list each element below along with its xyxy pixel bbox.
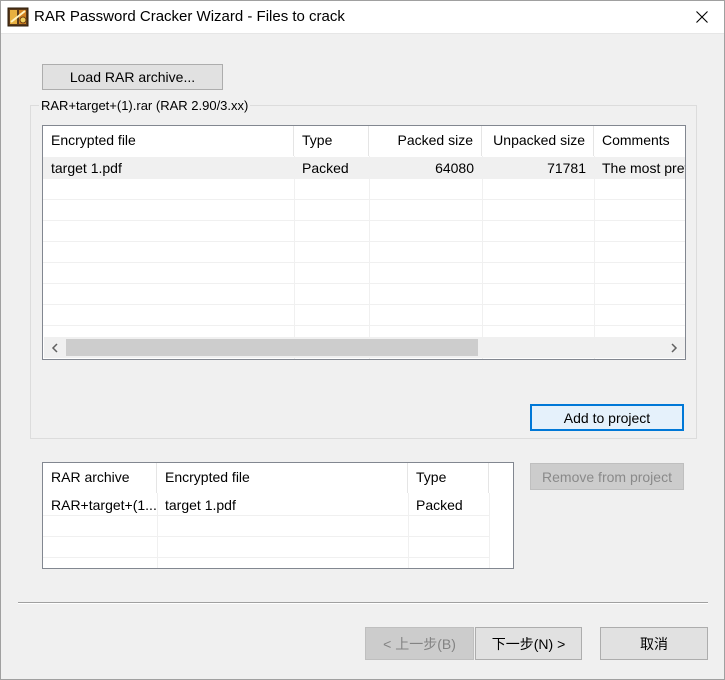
cell-encrypted-file: target 1.pdf: [165, 497, 236, 513]
column-header-comments[interactable]: Comments: [594, 126, 685, 156]
grid-line: [43, 262, 685, 263]
scroll-right-icon[interactable]: [663, 337, 685, 358]
remove-from-project-button[interactable]: Remove from project: [530, 463, 684, 490]
grid-line: [594, 156, 595, 359]
grid-line: [43, 557, 489, 558]
load-rar-archive-button[interactable]: Load RAR archive...: [42, 64, 223, 90]
cancel-button[interactable]: 取消: [600, 627, 708, 660]
grid-line: [43, 178, 685, 179]
cell-type: Packed: [416, 497, 463, 513]
title-bar: RAR Password Cracker Wizard - Files to c…: [0, 0, 725, 34]
grid-line: [43, 536, 489, 537]
grid-line: [482, 156, 483, 359]
column-header-encrypted-file[interactable]: Encrypted file: [157, 463, 408, 493]
column-header-type[interactable]: Type: [408, 463, 489, 493]
project-files-list[interactable]: RAR archive Encrypted file Type RAR+targ…: [42, 462, 514, 569]
grid-line: [43, 325, 685, 326]
close-icon: [696, 11, 708, 23]
grid-line: [369, 156, 370, 359]
horizontal-scrollbar[interactable]: [44, 337, 685, 358]
grid-line: [43, 283, 685, 284]
files-list-header: Encrypted file Type Packed size Unpacked…: [43, 126, 685, 156]
encrypted-files-list[interactable]: Encrypted file Type Packed size Unpacked…: [42, 125, 686, 360]
scrollbar-thumb[interactable]: [66, 339, 478, 356]
grid-line: [294, 156, 295, 359]
cell-packed-size: 64080: [435, 160, 474, 176]
grid-line: [43, 515, 489, 516]
grid-line: [43, 241, 685, 242]
grid-line: [43, 304, 685, 305]
cell-comments: The most pref: [602, 160, 686, 176]
table-row[interactable]: RAR+target+(1... target 1.pdf Packed: [43, 494, 489, 515]
scroll-left-icon[interactable]: [44, 337, 66, 358]
footer-separator: [18, 602, 708, 604]
cell-unpacked-size: 71781: [547, 160, 586, 176]
cell-type: Packed: [302, 160, 349, 176]
window-title: RAR Password Cracker Wizard - Files to c…: [34, 8, 345, 25]
archive-group-label: RAR+target+(1).rar (RAR 2.90/3.xx): [39, 98, 251, 113]
cell-rar-archive: RAR+target+(1...: [51, 497, 157, 513]
rar-cracker-app-icon: [7, 7, 29, 27]
column-header-type[interactable]: Type: [294, 126, 369, 156]
close-button[interactable]: [679, 0, 725, 34]
project-list-header: RAR archive Encrypted file Type: [43, 463, 489, 493]
table-row[interactable]: target 1.pdf Packed 64080 71781 The most…: [43, 157, 686, 178]
cell-encrypted-file: target 1.pdf: [51, 160, 122, 176]
grid-line: [43, 220, 685, 221]
grid-line: [489, 493, 490, 568]
add-to-project-button[interactable]: Add to project: [530, 404, 684, 431]
column-header-unpacked-size[interactable]: Unpacked size: [482, 126, 594, 156]
back-button[interactable]: < 上一步(B): [365, 627, 474, 660]
column-header-encrypted-file[interactable]: Encrypted file: [43, 126, 294, 156]
next-button[interactable]: 下一步(N) >: [475, 627, 582, 660]
column-header-packed-size[interactable]: Packed size: [369, 126, 482, 156]
grid-line: [43, 199, 685, 200]
column-header-rar-archive[interactable]: RAR archive: [43, 463, 157, 493]
